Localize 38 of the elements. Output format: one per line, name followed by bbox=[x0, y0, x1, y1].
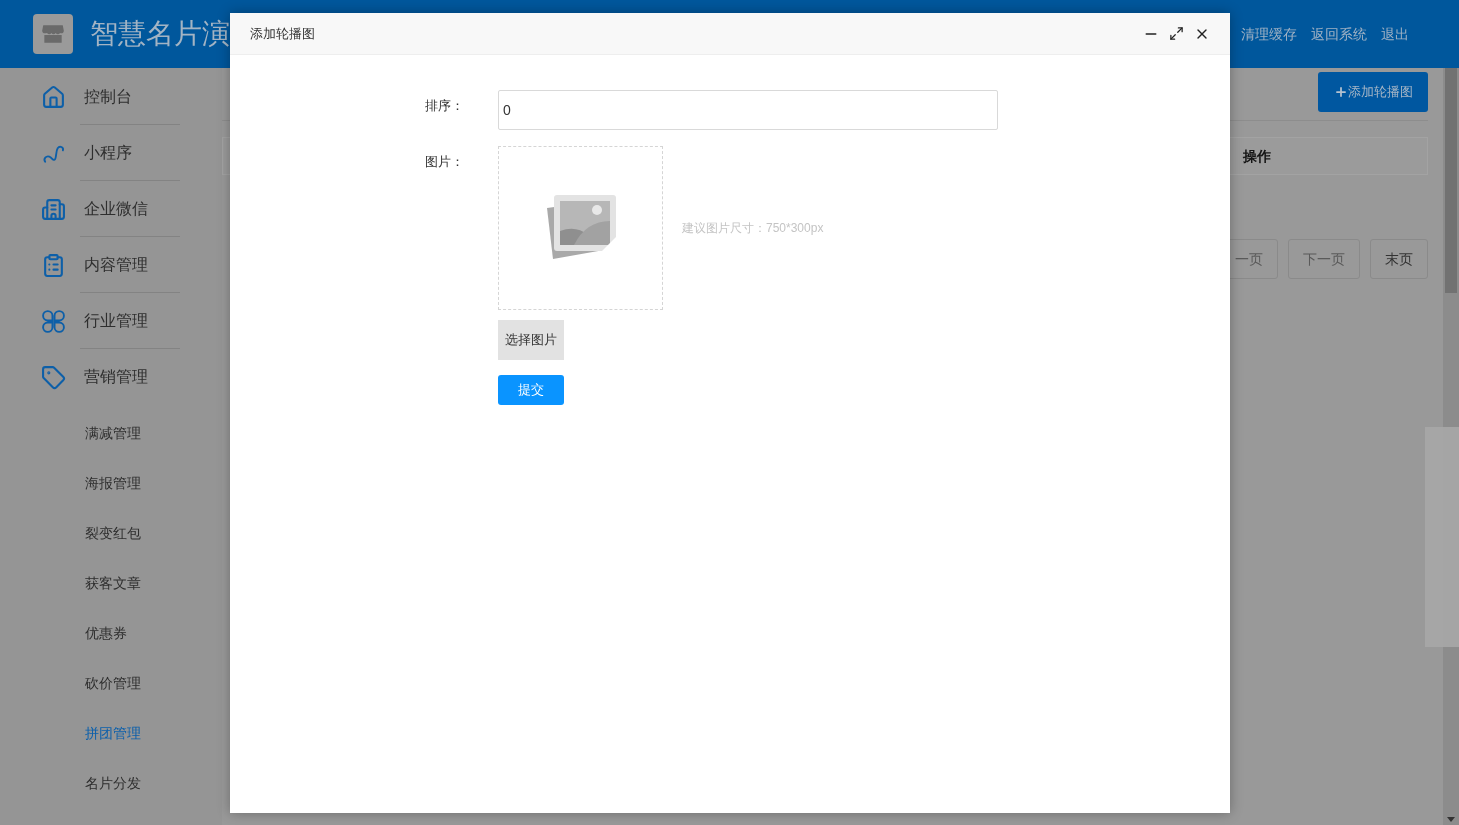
menu-item[interactable]: 控制台 bbox=[84, 85, 132, 109]
menu-item[interactable]: 营销管理 bbox=[84, 365, 148, 389]
page-button[interactable]: 下一页 bbox=[1288, 239, 1360, 279]
field-label: 图片： bbox=[425, 153, 465, 171]
image-dropzone[interactable] bbox=[498, 146, 663, 310]
submit-button[interactable]: 提交 bbox=[498, 375, 564, 405]
submenu-item[interactable]: 裂变红包 bbox=[85, 522, 141, 544]
logo-icon bbox=[33, 14, 73, 54]
add-button[interactable]: 添加轮播图 bbox=[1318, 72, 1428, 112]
submenu-item[interactable]: 优惠券 bbox=[85, 622, 127, 644]
submenu-item[interactable]: 满减管理 bbox=[85, 422, 141, 444]
choose-image-button[interactable]: 选择图片 bbox=[498, 320, 564, 360]
app-title: 智慧名片演 bbox=[90, 17, 230, 51]
column-header: 操作 bbox=[1243, 146, 1271, 166]
sort-input[interactable]: 0 bbox=[498, 90, 998, 130]
size-hint: 建议图片尺寸：750*300px bbox=[682, 220, 824, 237]
menu-item[interactable]: 内容管理 bbox=[84, 253, 148, 277]
maximize-icon[interactable] bbox=[1169, 26, 1184, 41]
header-link[interactable]: 清理缓存 bbox=[1241, 23, 1297, 45]
home-icon bbox=[41, 84, 66, 110]
submenu-item[interactable]: 砍价管理 bbox=[85, 672, 141, 694]
page-button[interactable]: 末页 bbox=[1370, 239, 1428, 279]
header-link[interactable]: 返回系统 bbox=[1311, 23, 1367, 45]
tag-icon bbox=[41, 364, 66, 390]
field-label: 排序： bbox=[425, 97, 465, 115]
menu-item[interactable]: 小程序 bbox=[84, 141, 132, 165]
image-placeholder-icon bbox=[545, 195, 616, 261]
submenu-item[interactable]: 获客文章 bbox=[85, 572, 141, 594]
header-link[interactable]: 退出 bbox=[1381, 23, 1409, 45]
submenu-item[interactable]: 海报管理 bbox=[85, 472, 141, 494]
building-icon bbox=[41, 196, 66, 222]
menu-item[interactable]: 企业微信 bbox=[84, 197, 148, 221]
menu-item[interactable]: 行业管理 bbox=[84, 309, 148, 333]
modal-title: 添加轮播图 bbox=[250, 24, 315, 43]
four-petal-icon bbox=[41, 308, 66, 334]
plus-icon bbox=[1333, 85, 1348, 99]
submenu-item[interactable]: 名片分发 bbox=[85, 772, 141, 794]
clipboard-icon bbox=[41, 252, 66, 278]
